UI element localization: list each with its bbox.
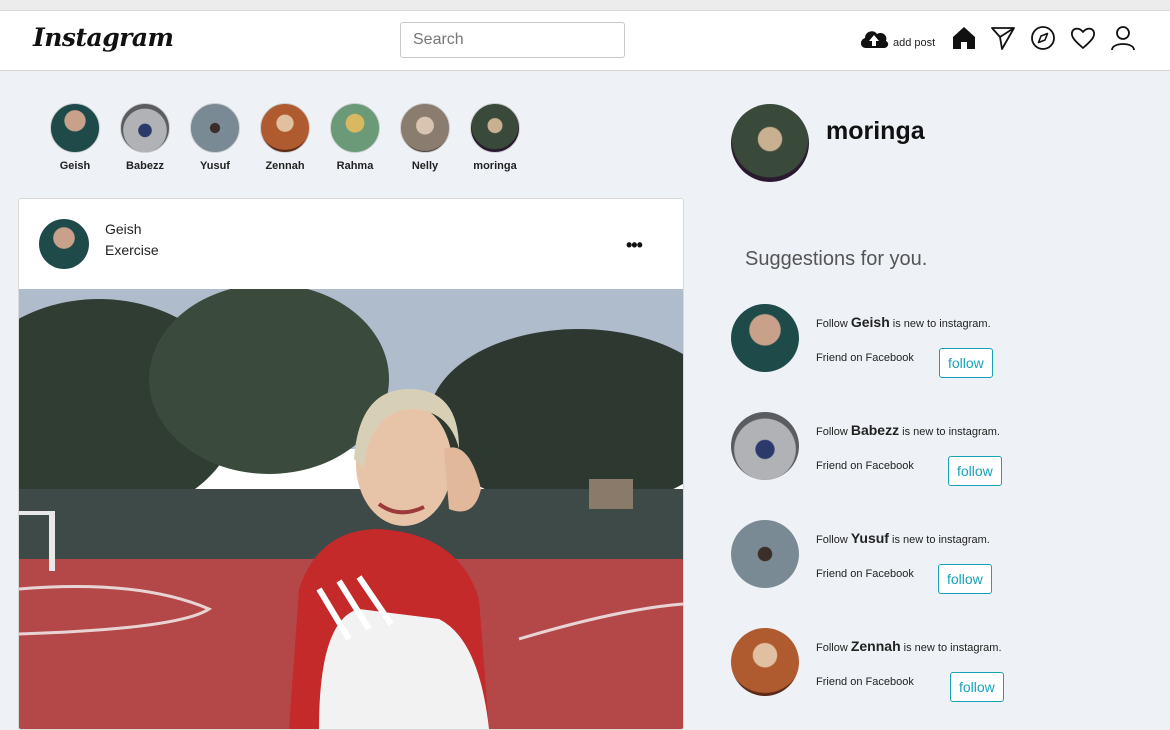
home-icon[interactable]	[951, 25, 977, 51]
post-card: Geish Exercise •••	[18, 198, 684, 730]
suggestion-avatar[interactable]	[731, 304, 799, 372]
follow-button[interactable]: follow	[948, 456, 1002, 486]
suggestion-text: Follow Geish is new to instagram.	[816, 314, 991, 330]
post-author-avatar[interactable]	[39, 219, 89, 269]
heart-icon[interactable]	[1070, 25, 1096, 51]
profile-username[interactable]: moringa	[826, 117, 925, 146]
explore-compass-icon[interactable]	[1030, 25, 1056, 51]
story-avatar	[190, 103, 240, 153]
story-item[interactable]: Geish	[40, 103, 110, 172]
suggestion-text: Follow Yusuf is new to instagram.	[816, 530, 990, 546]
suggestion-username[interactable]: Geish	[851, 314, 890, 330]
stories-bar: Geish Babezz Yusuf Zennah Rahma Nelly mo…	[40, 103, 530, 172]
story-avatar	[400, 103, 450, 153]
follow-button[interactable]: follow	[939, 348, 993, 378]
suggestion-avatar[interactable]	[731, 628, 799, 696]
browser-top-strip	[0, 0, 1170, 11]
cloud-upload-icon	[860, 31, 889, 48]
story-name: Geish	[59, 160, 91, 172]
story-item[interactable]: Nelly	[390, 103, 460, 172]
story-name: Babezz	[126, 160, 164, 172]
suggestion-subtext: Friend on Facebook	[816, 676, 914, 688]
suggestion-username[interactable]: Babezz	[851, 422, 899, 438]
suggestion-item: Follow Zennah is new to instagram. Frien…	[731, 628, 1151, 702]
suggestion-text: Follow Babezz is new to instagram.	[816, 422, 1000, 438]
suggestion-avatar[interactable]	[731, 520, 799, 588]
story-avatar	[330, 103, 380, 153]
post-more-options-button[interactable]: •••	[626, 235, 643, 256]
search-input[interactable]	[400, 22, 625, 58]
story-item[interactable]: Babezz	[110, 103, 180, 172]
story-avatar	[50, 103, 100, 153]
follow-button[interactable]: follow	[938, 564, 992, 594]
story-name: Zennah	[265, 160, 305, 172]
suggestion-username[interactable]: Zennah	[851, 638, 901, 654]
post-caption: Exercise	[105, 242, 159, 258]
story-item[interactable]: Zennah	[250, 103, 320, 172]
navbar: Instagram add post	[0, 11, 1170, 71]
suggestion-avatar[interactable]	[731, 412, 799, 480]
suggestion-item: Follow Babezz is new to instagram. Frien…	[731, 412, 1151, 486]
follow-button[interactable]: follow	[950, 672, 1004, 702]
story-avatar	[120, 103, 170, 153]
suggestion-subtext: Friend on Facebook	[816, 352, 914, 364]
story-item[interactable]: Rahma	[320, 103, 390, 172]
suggestions-title: Suggestions for you.	[745, 248, 928, 270]
story-item[interactable]: Yusuf	[180, 103, 250, 172]
post-author-name[interactable]: Geish	[105, 221, 142, 237]
suggestion-subtext: Friend on Facebook	[816, 460, 914, 472]
story-name: Yusuf	[200, 160, 230, 172]
suggestion-text: Follow Zennah is new to instagram.	[816, 638, 1002, 654]
instagram-logo[interactable]: Instagram	[33, 23, 174, 52]
story-item[interactable]: moringa	[460, 103, 530, 172]
story-avatar	[260, 103, 310, 153]
add-post-label: add post	[893, 37, 936, 49]
profile-avatar[interactable]	[731, 104, 809, 182]
story-name: moringa	[473, 160, 517, 172]
suggestion-item: Follow Geish is new to instagram. Friend…	[731, 304, 1151, 378]
profile-user-icon[interactable]	[1110, 25, 1136, 51]
post-image[interactable]	[19, 289, 683, 729]
story-avatar	[470, 103, 520, 153]
story-name: Nelly	[411, 160, 439, 172]
story-name: Rahma	[336, 160, 374, 172]
send-icon[interactable]	[990, 25, 1016, 51]
suggestion-subtext: Friend on Facebook	[816, 568, 914, 580]
suggestion-username[interactable]: Yusuf	[851, 530, 889, 546]
add-post-button[interactable]: add post	[858, 26, 935, 50]
suggestion-item: Follow Yusuf is new to instagram. Friend…	[731, 520, 1151, 594]
